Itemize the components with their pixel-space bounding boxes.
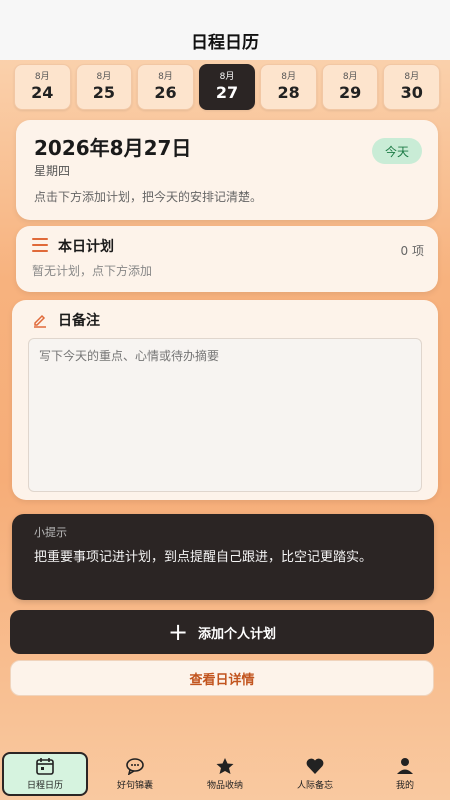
date-chip-29[interactable]: 8月 29 xyxy=(321,64,379,110)
page-title: 日程日历 xyxy=(191,32,259,53)
today-card: 2026年8月27日 星期四 点击下方添加计划，把今天的安排记清楚。 今天 xyxy=(16,120,438,220)
tab-label: 人际备忘 xyxy=(296,781,333,791)
date-month: 8月 xyxy=(342,72,358,82)
plan-card: 本日计划 0 项 暂无计划，点下方添加 xyxy=(16,226,438,292)
heart-icon xyxy=(306,758,324,774)
date-month: 8月 xyxy=(281,72,296,82)
date-month: 8月 xyxy=(219,72,235,82)
user-icon xyxy=(397,758,413,774)
date-day: 26 xyxy=(154,83,177,102)
tab-label: 好句锦囊 xyxy=(116,781,153,791)
today-badge: 今天 xyxy=(372,138,422,164)
bottom-tab-bar: 日程日历 好句锦囊 物品收纳 人际备忘 我的 xyxy=(0,748,450,800)
star-icon xyxy=(216,758,234,774)
date-chip-24[interactable]: 8月 24 xyxy=(14,64,71,110)
date-chip-30[interactable]: 8月 30 xyxy=(383,64,441,110)
tab-quotes[interactable]: 好句锦囊 xyxy=(92,752,178,796)
tab-contacts[interactable]: 人际备忘 xyxy=(272,752,358,796)
calendar-icon xyxy=(36,758,54,775)
tip-text: 把重要事项记进计划，到点提醒自己跟进，比空记更踏实。 xyxy=(34,550,373,565)
tab-calendar[interactable]: 日程日历 xyxy=(2,752,88,796)
date-day: 27 xyxy=(215,83,239,102)
tip-card: 小提示 把重要事项记进计划，到点提醒自己跟进，比空记更踏实。 xyxy=(12,514,434,600)
tab-profile[interactable]: 我的 xyxy=(362,752,448,796)
tab-label: 日程日历 xyxy=(26,781,63,791)
plus-icon: + xyxy=(167,618,189,646)
date-chip-28[interactable]: 8月 28 xyxy=(260,64,317,110)
date-day: 24 xyxy=(31,83,54,102)
date-chip-26[interactable]: 8月 26 xyxy=(137,64,194,110)
tab-storage[interactable]: 物品收纳 xyxy=(182,752,268,796)
date-chip-27-selected[interactable]: 8月 27 xyxy=(198,64,256,110)
plan-title: 本日计划 xyxy=(58,239,114,255)
note-card: 日备注 xyxy=(12,300,438,500)
tip-title: 小提示 xyxy=(34,526,67,539)
view-details-button[interactable]: 查看日详情 xyxy=(10,660,434,696)
add-plan-button[interactable]: + 添加个人计划 xyxy=(10,610,434,654)
edit-icon xyxy=(32,312,48,332)
date-day: 25 xyxy=(92,83,115,102)
add-plan-label: 添加个人计划 xyxy=(198,626,277,642)
app-header: 日程日历 xyxy=(0,0,450,60)
list-icon xyxy=(32,238,48,252)
today-hint: 点击下方添加计划，把今天的安排记清楚。 xyxy=(34,190,263,204)
note-title: 日备注 xyxy=(58,313,100,329)
plan-count: 0 项 xyxy=(400,244,424,258)
note-textarea[interactable] xyxy=(28,338,422,492)
date-month: 8月 xyxy=(158,72,173,82)
chat-icon xyxy=(126,758,144,775)
date-chip-25[interactable]: 8月 25 xyxy=(75,64,133,110)
selected-date: 2026年8月27日 xyxy=(34,136,192,160)
date-day: 28 xyxy=(277,83,300,102)
date-day: 29 xyxy=(339,83,362,102)
weekday-label: 星期四 xyxy=(34,164,71,178)
date-month: 8月 xyxy=(96,72,112,82)
date-month: 8月 xyxy=(34,72,50,82)
plan-empty-text: 暂无计划，点下方添加 xyxy=(32,264,153,278)
tab-label: 我的 xyxy=(395,781,414,791)
tab-label: 物品收纳 xyxy=(206,781,243,791)
date-day: 30 xyxy=(400,83,423,102)
date-strip: 8月 24 8月 25 8月 26 8月 27 8月 28 8月 29 8月 3… xyxy=(14,64,441,112)
date-month: 8月 xyxy=(404,72,420,82)
